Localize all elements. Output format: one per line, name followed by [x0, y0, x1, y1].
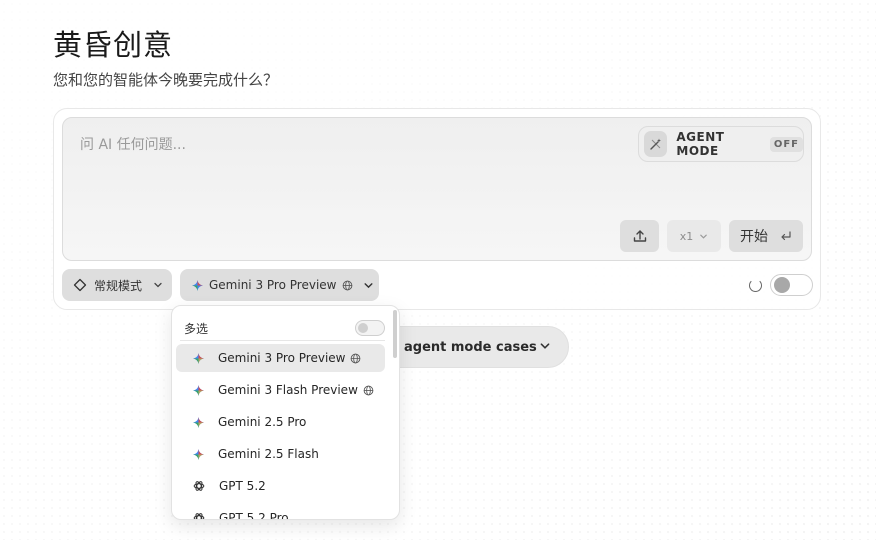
enter-icon — [780, 230, 792, 242]
diamond-icon — [73, 278, 87, 292]
mode-label: 常规模式 — [94, 278, 143, 293]
upload-button[interactable] — [620, 220, 659, 252]
model-option-label: GPT 5.2 Pro — [219, 511, 289, 520]
model-option-label: Gemini 2.5 Flash — [218, 447, 319, 461]
model-option[interactable]: GPT 5.2 — [176, 472, 385, 500]
gemini-sparkle-icon — [193, 352, 204, 364]
gemini-sparkle-icon — [193, 416, 204, 428]
model-dropdown: 多选 Gemini 3 Pro Preview Gemini 3 Flash Pr… — [171, 305, 400, 520]
model-option[interactable]: GPT 5.2 Pro — [176, 504, 385, 520]
multiplier-value: x1 — [679, 229, 694, 243]
page-title: 黄昏创意 — [53, 28, 174, 62]
globe-icon — [363, 385, 374, 396]
toggle-knob — [358, 323, 368, 333]
model-option-label-wrap: Gemini 3 Flash Preview — [218, 383, 374, 397]
model-option[interactable]: Gemini 3 Flash Preview — [176, 376, 385, 404]
divider — [180, 340, 385, 341]
gemini-sparkle-icon — [193, 384, 204, 396]
chevron-down-icon — [539, 340, 551, 352]
model-select[interactable]: Gemini 3 Pro Preview — [180, 269, 379, 301]
model-option-label-wrap: GPT 5.2 Pro — [219, 511, 289, 520]
openai-icon — [193, 480, 205, 492]
globe-icon — [350, 353, 361, 364]
model-option-label-wrap: GPT 5.2 — [219, 479, 266, 493]
agent-mode-state: OFF — [769, 136, 803, 152]
model-option[interactable]: Gemini 2.5 Flash — [176, 440, 385, 468]
model-option-label-wrap: Gemini 3 Pro Preview — [218, 351, 361, 365]
openai-icon — [193, 512, 205, 519]
upload-icon — [632, 228, 648, 244]
model-list: Gemini 3 Pro Preview Gemini 3 Flash Previ… — [176, 344, 385, 520]
dropdown-scrollbar[interactable] — [393, 310, 397, 358]
multi-select-toggle[interactable] — [355, 320, 385, 336]
loading-spinner-icon — [749, 279, 762, 292]
page-subtitle: 您和您的智能体今晚要完成什么？ — [53, 71, 279, 89]
model-option-label-wrap: Gemini 2.5 Pro — [218, 415, 306, 429]
mode-select[interactable]: 常规模式 — [62, 269, 172, 301]
feature-toggle[interactable] — [770, 274, 813, 296]
start-label: 开始 — [740, 229, 768, 245]
prompt-placeholder: 问 AI 任何问题... — [80, 137, 186, 153]
start-button[interactable]: 开始 — [729, 220, 803, 252]
agent-mode-toggle[interactable]: AGENT MODE OFF — [638, 126, 804, 162]
magic-wand-icon — [644, 131, 668, 157]
model-option[interactable]: Gemini 2.5 Pro — [176, 408, 385, 436]
agent-mode-label: AGENT MODE — [676, 130, 725, 158]
gemini-sparkle-icon — [192, 279, 203, 291]
model-option-label: Gemini 2.5 Pro — [218, 415, 307, 429]
toggle-knob — [774, 277, 790, 293]
multi-select-row: 多选 — [184, 318, 389, 338]
multiplier-select[interactable]: x1 — [667, 220, 721, 252]
globe-icon — [342, 280, 353, 291]
chevron-down-icon — [699, 232, 708, 241]
gemini-sparkle-icon — [193, 448, 204, 460]
multi-select-label: 多选 — [184, 321, 209, 336]
model-option-label: GPT 5.2 — [219, 479, 266, 493]
chevron-down-icon — [363, 280, 374, 291]
model-option-label-wrap: Gemini 2.5 Flash — [218, 447, 319, 461]
model-label: Gemini 3 Pro Preview — [209, 278, 337, 292]
model-option-label: Gemini 3 Pro Preview — [218, 351, 346, 365]
chevron-down-icon — [153, 280, 163, 290]
model-option[interactable]: Gemini 3 Pro Preview — [176, 344, 385, 372]
agent-mode-cases-label: agent mode cases — [404, 339, 537, 355]
model-option-label: Gemini 3 Flash Preview — [218, 383, 358, 397]
